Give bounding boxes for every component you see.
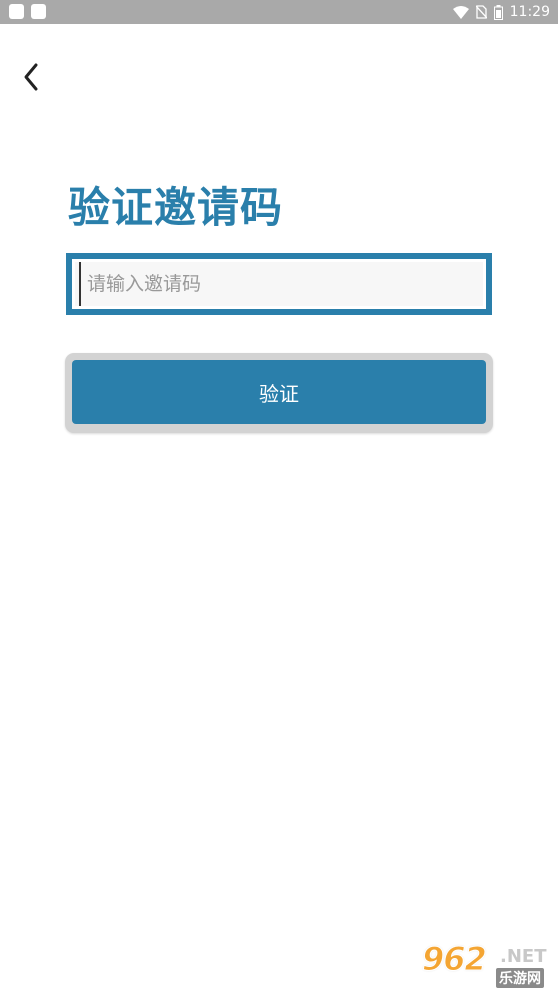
invite-code-field-inner (72, 259, 487, 309)
watermark-logo: 962 .NET 乐游网 (418, 938, 556, 988)
no-sim-icon (475, 5, 487, 19)
back-button[interactable] (16, 60, 50, 94)
verify-button[interactable]: 验证 (72, 360, 486, 424)
wifi-icon (452, 5, 469, 19)
watermark-suffix: .NET (500, 946, 547, 967)
notification-icon (9, 4, 24, 19)
invite-code-input[interactable] (79, 262, 487, 306)
verify-button-frame: 验证 (65, 353, 493, 433)
status-bar: 11:29 (0, 0, 558, 24)
notification-icon (31, 4, 46, 19)
invite-code-field[interactable] (66, 253, 492, 315)
status-bar-right: 11:29 (452, 0, 550, 24)
watermark-site-name: 乐游网 (496, 968, 544, 988)
watermark-number: 962 (422, 940, 488, 979)
battery-icon (493, 4, 503, 20)
page-title: 验证邀请码 (68, 183, 284, 232)
chevron-left-icon (24, 63, 38, 91)
status-time: 11:29 (509, 4, 550, 20)
